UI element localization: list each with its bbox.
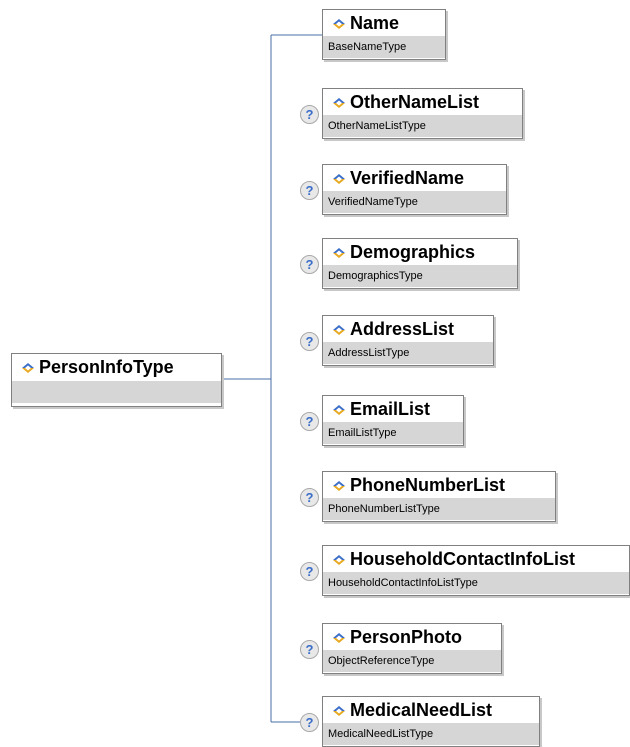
element-name: Demographics: [350, 242, 476, 262]
element-node-email-list[interactable]: EmailList EmailListType: [322, 395, 464, 446]
element-type: MedicalNeedListType: [323, 723, 539, 745]
element-title: AddressList: [323, 316, 493, 342]
element-icon: [333, 405, 345, 415]
optional-badge-icon[interactable]: ?: [300, 488, 319, 507]
element-node-demographics[interactable]: Demographics DemographicsType: [322, 238, 518, 289]
optional-badge-icon[interactable]: ?: [300, 562, 319, 581]
element-icon: [333, 706, 345, 716]
element-node-medical-need-list[interactable]: MedicalNeedList MedicalNeedListType: [322, 696, 540, 747]
element-node-household-contact-info-list[interactable]: HouseholdContactInfoList HouseholdContact…: [322, 545, 630, 596]
element-name: AddressList: [350, 319, 455, 339]
root-type-band: [12, 381, 221, 403]
element-name: VerifiedName: [350, 168, 465, 188]
element-icon: [333, 481, 345, 491]
optional-badge-icon[interactable]: ?: [300, 640, 319, 659]
element-title: EmailList: [323, 396, 463, 422]
optional-badge-icon[interactable]: ?: [300, 713, 319, 732]
element-node-other-name-list[interactable]: OtherNameList OtherNameListType: [322, 88, 523, 139]
root-type-label: PersonInfoType: [39, 357, 174, 377]
element-name: Name: [350, 13, 400, 33]
element-icon: [333, 633, 345, 643]
root-type-node[interactable]: PersonInfoType: [11, 353, 222, 407]
element-title: HouseholdContactInfoList: [323, 546, 629, 572]
element-type: BaseNameType: [323, 36, 445, 58]
element-node-address-list[interactable]: AddressList AddressListType: [322, 315, 494, 366]
element-type: EmailListType: [323, 422, 463, 444]
element-type: HouseholdContactInfoListType: [323, 572, 629, 594]
element-title: PhoneNumberList: [323, 472, 555, 498]
element-node-verified-name[interactable]: VerifiedName VerifiedNameType: [322, 164, 507, 215]
element-node-person-photo[interactable]: PersonPhoto ObjectReferenceType: [322, 623, 502, 674]
element-type: AddressListType: [323, 342, 493, 364]
element-icon: [333, 19, 345, 29]
optional-badge-icon[interactable]: ?: [300, 181, 319, 200]
root-type-title: PersonInfoType: [12, 354, 221, 381]
element-icon: [333, 98, 345, 108]
element-node-phone-number-list[interactable]: PhoneNumberList PhoneNumberListType: [322, 471, 556, 522]
element-title: OtherNameList: [323, 89, 522, 115]
element-title: PersonPhoto: [323, 624, 501, 650]
element-icon: [333, 248, 345, 258]
element-title: Demographics: [323, 239, 517, 265]
element-name: MedicalNeedList: [350, 700, 493, 720]
element-name: HouseholdContactInfoList: [350, 549, 575, 569]
element-icon: [333, 555, 345, 565]
element-node-name[interactable]: Name BaseNameType: [322, 9, 446, 60]
element-icon: [333, 174, 345, 184]
optional-badge-icon[interactable]: ?: [300, 105, 319, 124]
element-title: MedicalNeedList: [323, 697, 539, 723]
element-icon: [333, 325, 345, 335]
element-name: PersonPhoto: [350, 627, 463, 647]
element-type: ObjectReferenceType: [323, 650, 501, 672]
element-icon: [22, 363, 34, 373]
element-type: PhoneNumberListType: [323, 498, 555, 520]
element-title: VerifiedName: [323, 165, 506, 191]
element-name: PhoneNumberList: [350, 475, 506, 495]
optional-badge-icon[interactable]: ?: [300, 332, 319, 351]
element-type: OtherNameListType: [323, 115, 522, 137]
optional-badge-icon[interactable]: ?: [300, 255, 319, 274]
element-type: DemographicsType: [323, 265, 517, 287]
element-name: OtherNameList: [350, 92, 480, 112]
element-title: Name: [323, 10, 445, 36]
element-name: EmailList: [350, 399, 431, 419]
element-type: VerifiedNameType: [323, 191, 506, 213]
optional-badge-icon[interactable]: ?: [300, 412, 319, 431]
